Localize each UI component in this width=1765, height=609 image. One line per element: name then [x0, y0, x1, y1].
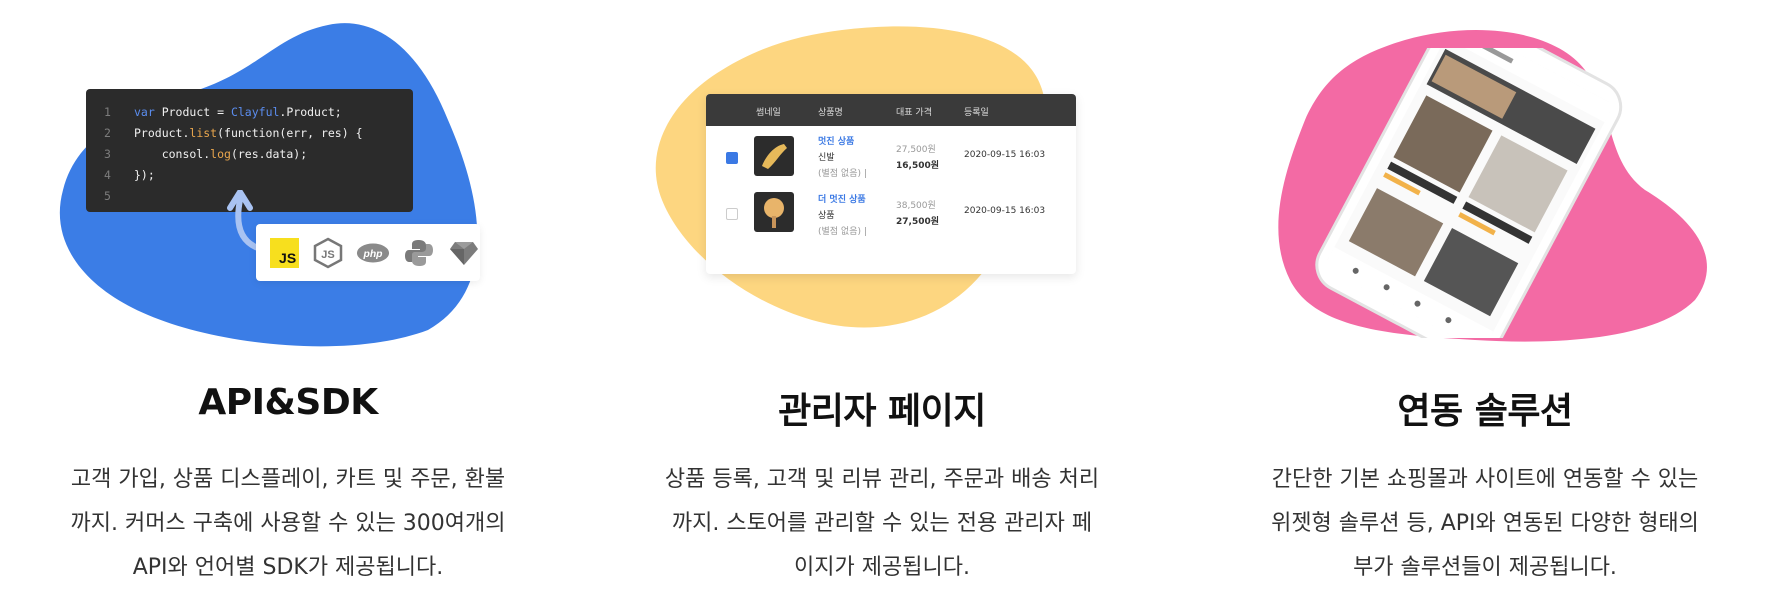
product-thumbnail: [754, 192, 794, 232]
col-date: 등록일: [964, 108, 989, 118]
product-thumbnail: [754, 136, 794, 176]
table-row: 더 멋진 상품 상품 (별점 없음) | 38,500원 27,500원 202…: [706, 190, 1076, 254]
product-name[interactable]: 멋진 상품: [818, 134, 854, 147]
code-line: 2 Product. list (function(err, res) {: [104, 125, 363, 140]
col-price: 대표 가격: [896, 108, 932, 118]
code-line: 1 var Product = Clayful .Product;: [104, 104, 342, 119]
code-line: 3 consol. log (res.data);: [104, 146, 308, 161]
product-status: 신발: [818, 153, 835, 163]
feature-description: 고객 가입, 상품 디스플레이, 카트 및 주문, 환불 까지. 커머스 구축에…: [70, 467, 506, 580]
svg-text:JS: JS: [321, 249, 334, 261]
shoe-icon: [762, 144, 787, 169]
row-checkbox[interactable]: [726, 208, 738, 220]
feature-title: API&SDK: [198, 382, 378, 423]
feature-admin-page: 썸네일 상품명 대표 가격 등록일 멋진 상품 신발 (별점 없음) | 27,…: [622, 0, 1142, 609]
product-rating: (별점 없음) |: [818, 169, 867, 179]
svg-text:php: php: [363, 248, 383, 259]
feature-description: 상품 등록, 고객 및 리뷰 관리, 주문과 배송 처리 까지. 스토어를 관리…: [664, 467, 1100, 580]
row-checkbox[interactable]: [726, 152, 738, 164]
phone-mockup-icon: [1315, 48, 1623, 338]
api-sdk-illustration: 1 var Product = Clayful .Product; 2 Product…: [28, 0, 548, 360]
table-row: 멋진 상품 신발 (별점 없음) | 27,500원 16,500원 2020-…: [706, 126, 1076, 190]
integration-illustration: [1225, 0, 1745, 360]
php-icon: php: [356, 236, 390, 270]
js-icon: JS: [270, 237, 300, 268]
feature-description: 간단한 기본 쇼핑몰과 사이트에 연동할 수 있는 위젯형 솔루션 등, API…: [1271, 467, 1699, 580]
price-original: 27,500원: [896, 145, 936, 155]
product-rating: (별점 없음) |: [818, 227, 867, 237]
price-original: 38,500원: [896, 201, 936, 211]
feature-api-sdk: 1 var Product = Clayful .Product; 2 Product…: [28, 0, 548, 609]
nodejs-icon: JS: [311, 236, 344, 270]
price-sale: 16,500원: [896, 161, 940, 171]
col-name: 상품명: [818, 108, 843, 118]
sdk-language-bar: JS JS php: [256, 224, 480, 281]
registered-date: 2020-09-15 16:03: [964, 150, 1046, 160]
registered-date: 2020-09-15 16:03: [964, 206, 1046, 216]
admin-illustration: 썸네일 상품명 대표 가격 등록일 멋진 상품 신발 (별점 없음) | 27,…: [622, 0, 1142, 360]
admin-product-table: 썸네일 상품명 대표 가격 등록일 멋진 상품 신발 (별점 없음) | 27,…: [706, 94, 1076, 274]
col-thumbnail: 썸네일: [756, 108, 781, 118]
table-header: 썸네일 상품명 대표 가격 등록일: [706, 94, 1076, 126]
code-line: 4});: [104, 167, 155, 182]
feature-title: 관리자 페이지: [778, 391, 986, 432]
paddle-icon: [764, 198, 784, 228]
product-status: 상품: [818, 211, 835, 221]
ruby-icon: [447, 236, 480, 270]
feature-integration: 연동 솔루션 간단한 기본 쇼핑몰과 사이트에 연동할 수 있는 위젯형 솔루션…: [1225, 0, 1745, 609]
feature-title: 연동 솔루션: [1397, 391, 1573, 432]
product-name[interactable]: 더 멋진 상품: [818, 192, 866, 205]
python-icon: [402, 236, 435, 270]
price-sale: 27,500원: [896, 217, 940, 227]
